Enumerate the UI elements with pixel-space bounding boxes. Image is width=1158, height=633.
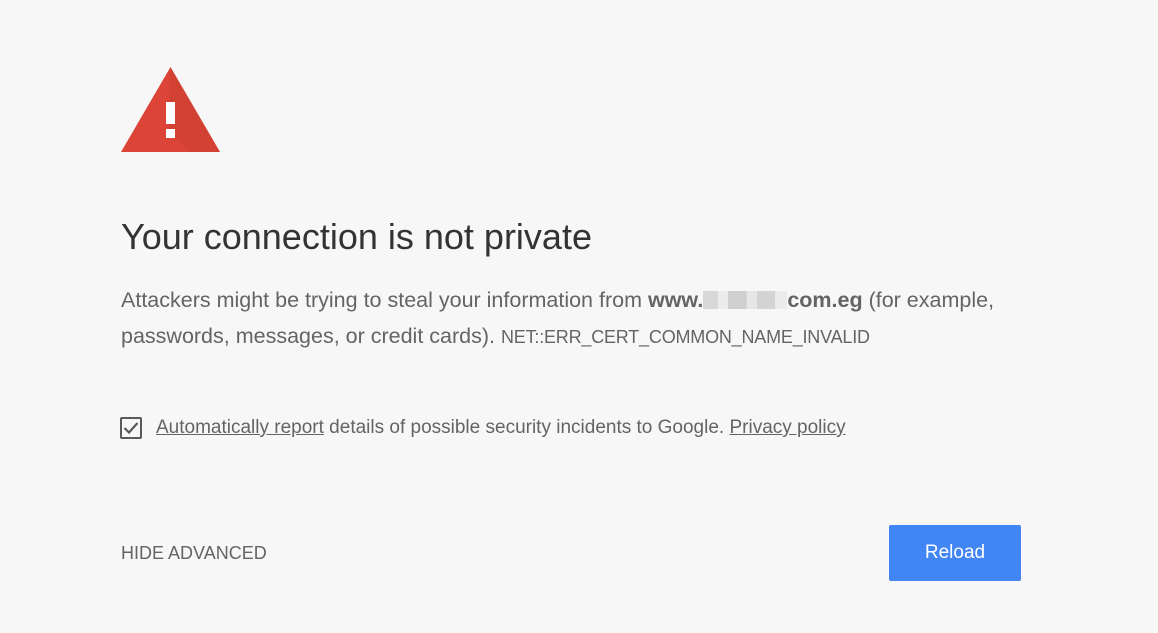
report-checkbox[interactable]	[120, 417, 142, 439]
explanation-paragraph: Attackers might be trying to steal your …	[121, 282, 1001, 355]
extended-reporting-row: Automatically report details of possible…	[120, 417, 846, 439]
privacy-policy-link[interactable]: Privacy policy	[729, 417, 845, 438]
explanation-prefix: Attackers might be trying to steal your …	[121, 288, 648, 312]
checkmark-icon	[123, 422, 139, 435]
domain-end: com.eg	[787, 288, 863, 312]
domain-start: www.	[647, 288, 704, 312]
domain-name: www. com.eg	[648, 288, 863, 312]
privacy-error-page: Your connection is not private Attackers…	[0, 0, 1158, 633]
error-code: NET::ERR_CERT_COMMON_NAME_INVALID	[500, 327, 870, 347]
report-text: Automatically report details of possible…	[156, 417, 846, 439]
warning-triangle-icon	[121, 67, 220, 152]
reload-button[interactable]: Reload	[889, 525, 1021, 581]
automatically-report-link[interactable]: Automatically report	[156, 417, 324, 438]
page-title: Your connection is not private	[121, 216, 592, 257]
hide-advanced-button[interactable]: HIDE ADVANCED	[121, 543, 267, 564]
masked-domain-part	[703, 291, 788, 309]
report-description: details of possible security incidents t…	[323, 417, 730, 438]
